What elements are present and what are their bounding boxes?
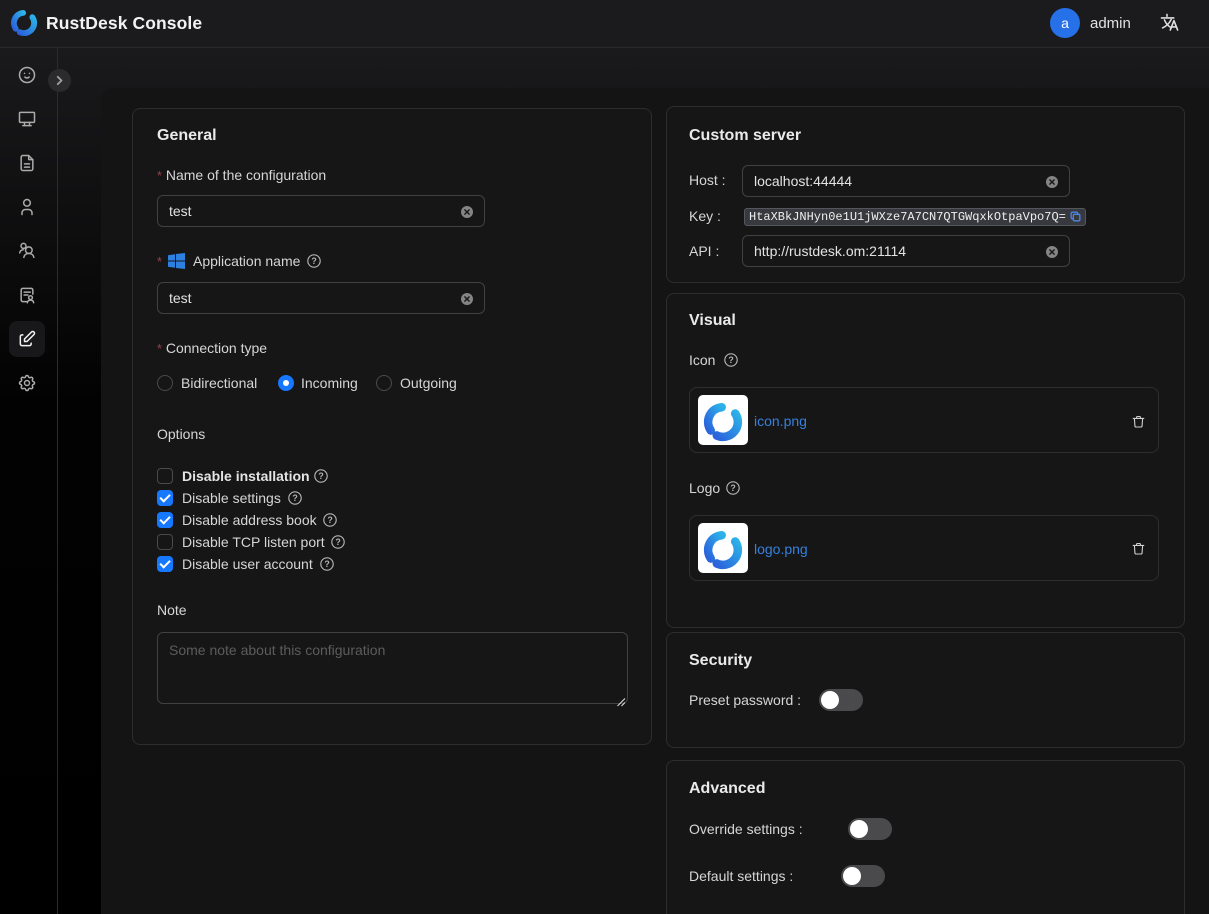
svg-text:?: ? [324, 559, 329, 569]
svg-text:?: ? [292, 493, 297, 503]
svg-text:?: ? [730, 483, 735, 493]
svg-text:?: ? [318, 471, 323, 481]
svg-text:?: ? [728, 355, 733, 365]
svg-text:?: ? [327, 515, 332, 525]
svg-text:?: ? [311, 256, 316, 266]
svg-text:?: ? [335, 537, 340, 547]
